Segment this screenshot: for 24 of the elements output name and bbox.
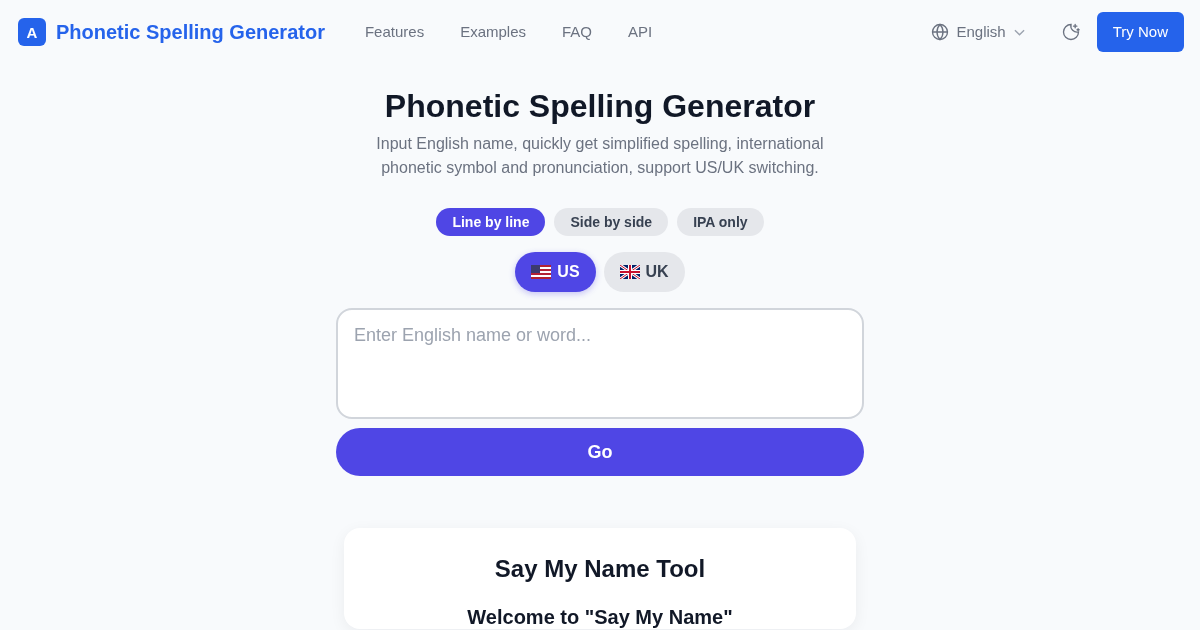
- app-logo[interactable]: A: [18, 18, 46, 46]
- flag-icon: [619, 265, 640, 279]
- card-heading: Welcome to "Say My Name": [466, 605, 734, 629]
- chevron-down-icon[interactable]: [1013, 28, 1025, 36]
- accent-toggle[interactable]: US: [515, 252, 596, 292]
- nav-link[interactable]: FAQ: [562, 20, 592, 44]
- layout-mode-tab[interactable]: IPA only: [677, 208, 764, 236]
- language-selector[interactable]: English: [956, 20, 1006, 44]
- try-now-button[interactable]: Try Now: [1096, 12, 1184, 52]
- brand-name[interactable]: Phonetic Spelling Generator: [56, 17, 325, 47]
- accent-toggle[interactable]: UK: [603, 252, 685, 292]
- go-button[interactable]: Go: [336, 428, 864, 476]
- name-input[interactable]: Enter English name or word...: [336, 308, 864, 419]
- card-title: Say My Name Tool: [493, 554, 707, 583]
- flag-icon: [531, 265, 552, 279]
- layout-mode-tab[interactable]: Side by side: [554, 208, 669, 236]
- layout-mode-tab[interactable]: Line by line: [436, 208, 546, 236]
- nav-link[interactable]: Examples: [460, 20, 526, 44]
- nav-link[interactable]: Features: [364, 20, 425, 44]
- globe-icon[interactable]: [930, 23, 949, 41]
- page-subtitle: Input English name, quickly get simplified spelling, international phonetic symbol and pronunciation, support US/UK switching.: [375, 134, 825, 178]
- nav-link[interactable]: API: [628, 20, 653, 44]
- page-title: Phonetic Spelling Generator: [384, 87, 816, 125]
- moon-stars-icon[interactable]: [1060, 22, 1081, 42]
